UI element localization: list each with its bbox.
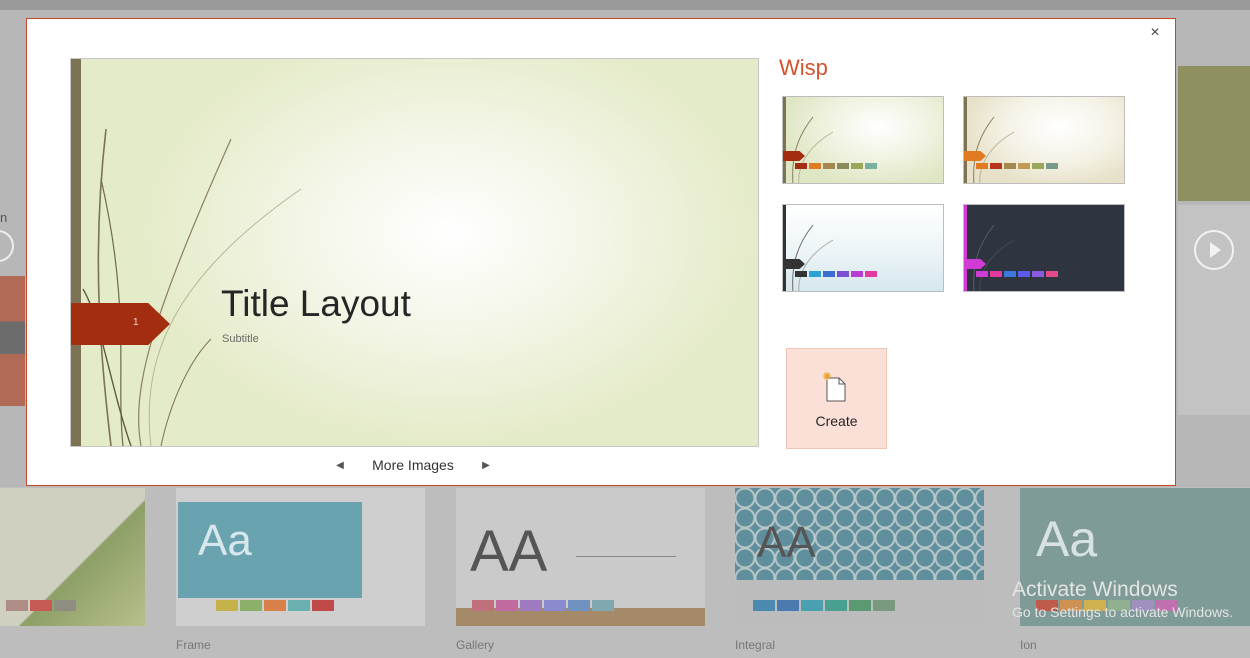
theme-variant-3[interactable] [782, 204, 944, 292]
theme-label-gallery: Gallery [456, 638, 495, 652]
theme-name: Wisp [779, 55, 828, 80]
next-theme-play-icon[interactable] [1194, 230, 1234, 270]
slide-number: 1 [133, 317, 139, 328]
theme-variant-1[interactable] [782, 96, 944, 184]
slide-side-bar [71, 59, 81, 446]
activate-windows-watermark: Activate Windows Go to Settings to activ… [1012, 578, 1233, 620]
more-images-navigator: ◀ More Images ▶ [333, 453, 493, 477]
theme-label-integral: Integral [735, 638, 776, 652]
theme-sample-text: Aa [198, 516, 252, 565]
theme-thumbnail-integral[interactable]: AA [735, 488, 984, 626]
theme-variant-4[interactable] [963, 204, 1125, 292]
create-label: Create [815, 413, 858, 429]
theme-thumbnail-frame[interactable]: Aa [176, 488, 425, 626]
more-images-label: More Images [372, 457, 454, 473]
slide-title: Title Layout [221, 283, 411, 324]
theme-sample-text: AA [470, 519, 548, 584]
theme-sample-text: Aa [1036, 511, 1098, 567]
background-theme-strip [0, 276, 25, 406]
theme-preview-dialog: × 1 Title Layout Subtitle ◀ More Images … [26, 18, 1176, 486]
theme-label-ion: Ion [1020, 638, 1037, 652]
close-button[interactable]: × [1145, 23, 1165, 43]
theme-variant-2[interactable] [963, 96, 1125, 184]
previous-image-icon[interactable]: ◀ [333, 460, 347, 471]
background-theme-preview [1178, 66, 1250, 201]
watermark-line-2: Go to Settings to activate Windows. [1012, 604, 1233, 620]
wisp-grass-decoration [82, 128, 302, 446]
new-document-icon [823, 372, 846, 402]
theme-thumbnail[interactable] [0, 488, 145, 626]
watermark-line-1: Activate Windows [1012, 578, 1178, 601]
theme-thumbnail-gallery[interactable]: AA [456, 488, 705, 626]
slide-subtitle: Subtitle [222, 333, 259, 345]
next-image-icon[interactable]: ▶ [479, 460, 493, 471]
background-top [0, 0, 1250, 10]
theme-label-frame: Frame [176, 638, 211, 652]
background-partial-label: n [0, 210, 8, 225]
create-button[interactable]: Create [786, 348, 887, 449]
theme-sample-text: AA [757, 518, 816, 567]
slide-preview: 1 Title Layout Subtitle [70, 58, 759, 447]
